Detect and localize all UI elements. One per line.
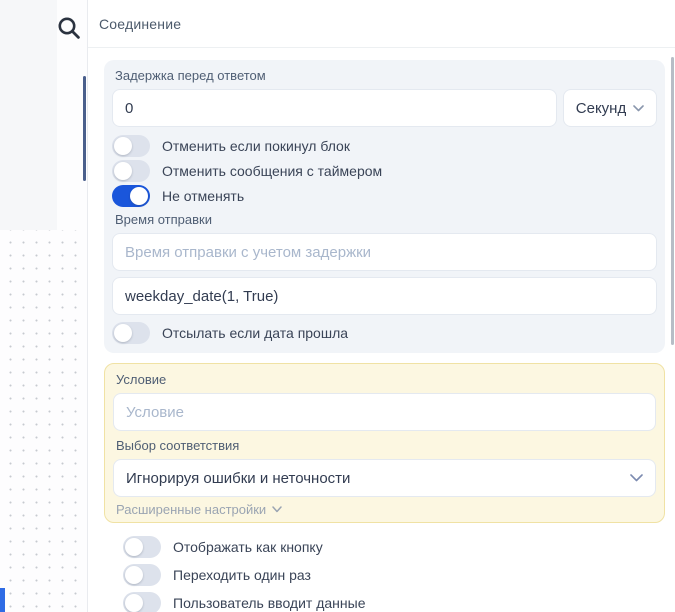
toggle-cancel-timer-messages[interactable] bbox=[112, 160, 150, 182]
advanced-settings-link[interactable]: Расширенные настройки bbox=[116, 502, 656, 517]
toggle-send-if-past[interactable] bbox=[112, 322, 150, 344]
send-time-input[interactable] bbox=[112, 233, 657, 271]
toggle-row-pass-once: Переходить один раз bbox=[123, 564, 665, 586]
toggle-label: Отменить если покинул блок bbox=[162, 138, 350, 154]
toggle-label: Отсылать если дата прошла bbox=[162, 325, 348, 341]
toggle-label: Пользователь вводит данные bbox=[173, 595, 366, 611]
toggle-row-cancel-timer-messages: Отменить сообщения с таймером bbox=[112, 160, 657, 182]
toggle-row-display-as-button: Отображать как кнопку bbox=[123, 536, 665, 558]
toggle-knob bbox=[130, 187, 148, 205]
flow-canvas[interactable] bbox=[0, 0, 87, 612]
delay-input-row: Секунд bbox=[112, 89, 657, 127]
chevron-down-icon bbox=[630, 474, 643, 482]
panel-body: Задержка перед ответом Секунд Отменить е… bbox=[88, 48, 675, 612]
toggle-row-user-input: Пользователь вводит данные bbox=[123, 592, 665, 612]
delay-input[interactable] bbox=[112, 89, 557, 127]
toggle-label: Отменить сообщения с таймером bbox=[162, 163, 382, 179]
toggle-row-send-if-past: Отсылать если дата прошла bbox=[112, 322, 657, 344]
toggle-label: Не отменять bbox=[162, 188, 244, 204]
match-select-value: Игнорируя ошибки и неточности bbox=[126, 470, 350, 487]
toggle-knob bbox=[125, 538, 143, 556]
chevron-down-icon bbox=[272, 506, 282, 513]
toggle-user-input[interactable] bbox=[123, 592, 161, 612]
unit-dropdown[interactable]: Секунд bbox=[563, 89, 657, 127]
settings-panel: Соединение Задержка перед ответом Секунд… bbox=[87, 0, 675, 612]
toggle-row-do-not-cancel: Не отменять bbox=[112, 185, 657, 207]
condition-label: Условие bbox=[116, 372, 656, 387]
panel-title: Соединение bbox=[99, 16, 181, 32]
condition-section: Условие Выбор соответствия Игнорируя оши… bbox=[104, 363, 665, 523]
match-select[interactable]: Игнорируя ошибки и неточности bbox=[113, 459, 656, 497]
bottom-toggles: Отображать как кнопку Переходить один ра… bbox=[104, 536, 665, 612]
toggle-do-not-cancel[interactable] bbox=[112, 185, 150, 207]
chevron-down-icon bbox=[633, 105, 644, 112]
toggle-knob bbox=[125, 594, 143, 612]
toggle-knob bbox=[125, 566, 143, 584]
panel-header: Соединение bbox=[88, 0, 675, 48]
toggle-label: Переходить один раз bbox=[173, 567, 311, 583]
canvas-block-edge bbox=[0, 588, 5, 612]
condition-input[interactable] bbox=[113, 393, 656, 431]
toggle-pass-once[interactable] bbox=[123, 564, 161, 586]
toggle-cancel-on-leave[interactable] bbox=[112, 135, 150, 157]
canvas-dot-grid bbox=[0, 230, 83, 612]
match-label: Выбор соответствия bbox=[116, 438, 656, 453]
delay-label: Задержка перед ответом bbox=[115, 68, 657, 83]
toggle-knob bbox=[114, 162, 132, 180]
toggle-knob bbox=[114, 324, 132, 342]
panel-scroll-indicator[interactable] bbox=[83, 76, 86, 181]
send-time-label: Время отправки bbox=[115, 212, 657, 227]
toggle-knob bbox=[114, 137, 132, 155]
toggle-label: Отображать как кнопку bbox=[173, 539, 323, 555]
formula-input[interactable] bbox=[112, 277, 657, 315]
advanced-settings-label: Расширенные настройки bbox=[116, 502, 266, 517]
search-icon[interactable] bbox=[56, 15, 82, 41]
delay-section: Задержка перед ответом Секунд Отменить е… bbox=[104, 60, 665, 353]
unit-dropdown-label: Секунд bbox=[576, 100, 626, 117]
toggle-display-as-button[interactable] bbox=[123, 536, 161, 558]
canvas-shade bbox=[0, 0, 57, 230]
toggle-row-cancel-on-leave: Отменить если покинул блок bbox=[112, 135, 657, 157]
scrollbar-thumb[interactable] bbox=[671, 57, 674, 345]
